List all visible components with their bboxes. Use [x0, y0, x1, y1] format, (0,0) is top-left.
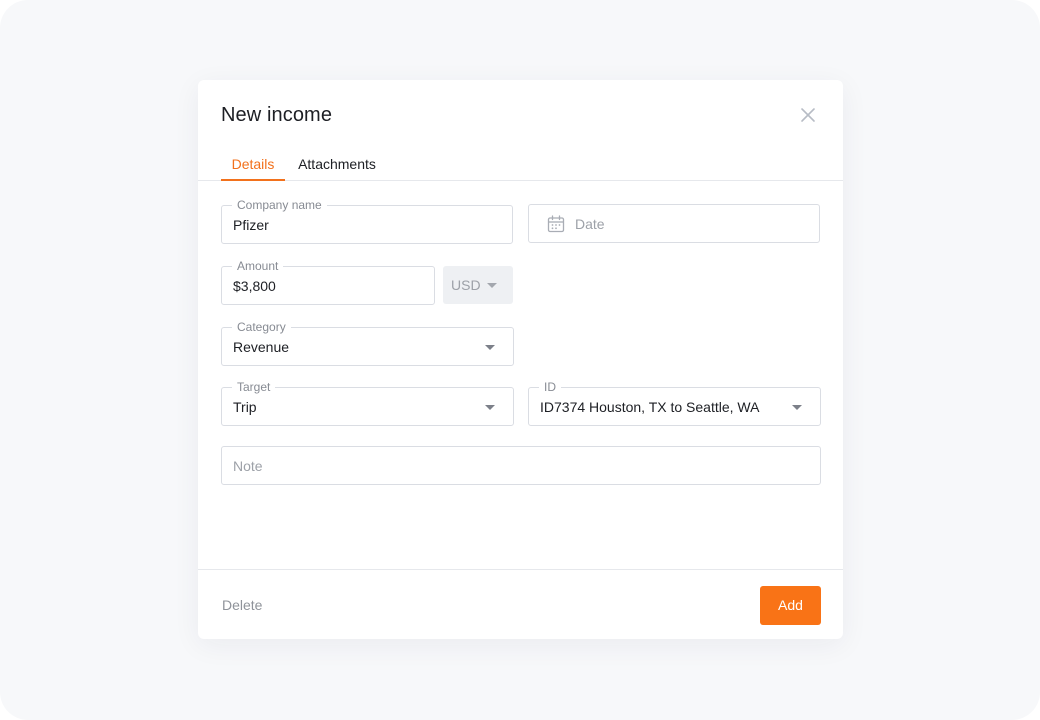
note-field[interactable]: Note — [221, 446, 821, 485]
date-placeholder: Date — [575, 216, 605, 232]
currency-value: USD — [451, 277, 481, 293]
date-field[interactable]: Date — [528, 204, 820, 243]
target-label: Target — [232, 380, 276, 394]
company-name-field[interactable]: Company name Pfizer — [221, 198, 513, 244]
chevron-down-icon — [792, 405, 802, 410]
chevron-down-icon — [487, 283, 497, 288]
chevron-down-icon — [485, 405, 495, 410]
tab-details[interactable]: Details — [221, 156, 285, 181]
category-select[interactable]: Category Revenue — [221, 320, 514, 366]
category-value: Revenue — [233, 339, 290, 355]
target-value: Trip — [233, 399, 257, 415]
currency-select[interactable]: USD — [443, 266, 513, 304]
page-background: New income Details Attachments Company n… — [0, 0, 1040, 720]
add-button[interactable]: Add — [760, 586, 821, 625]
calendar-icon — [546, 214, 566, 234]
chevron-down-icon — [485, 345, 495, 350]
dialog-title: New income — [221, 104, 333, 126]
id-value: ID7374 Houston, TX to Seattle, WA — [540, 399, 760, 415]
id-label: ID — [539, 380, 561, 394]
tab-attachments[interactable]: Attachments — [292, 156, 382, 181]
category-label: Category — [232, 320, 291, 334]
amount-label: Amount — [232, 259, 284, 273]
tab-bar: Details Attachments — [198, 150, 843, 181]
new-income-dialog: New income Details Attachments Company n… — [198, 80, 843, 639]
target-select[interactable]: Target Trip — [221, 380, 514, 426]
delete-button[interactable]: Delete — [222, 597, 262, 613]
dialog-footer: Delete Add — [198, 569, 843, 639]
amount-value: $3,800 — [233, 278, 276, 294]
close-icon[interactable] — [799, 106, 817, 124]
company-name-value: Pfizer — [233, 217, 269, 233]
company-name-label: Company name — [232, 198, 327, 212]
id-select[interactable]: ID ID7374 Houston, TX to Seattle, WA — [528, 380, 821, 426]
note-placeholder: Note — [233, 458, 263, 474]
amount-field[interactable]: Amount $3,800 — [221, 259, 435, 305]
